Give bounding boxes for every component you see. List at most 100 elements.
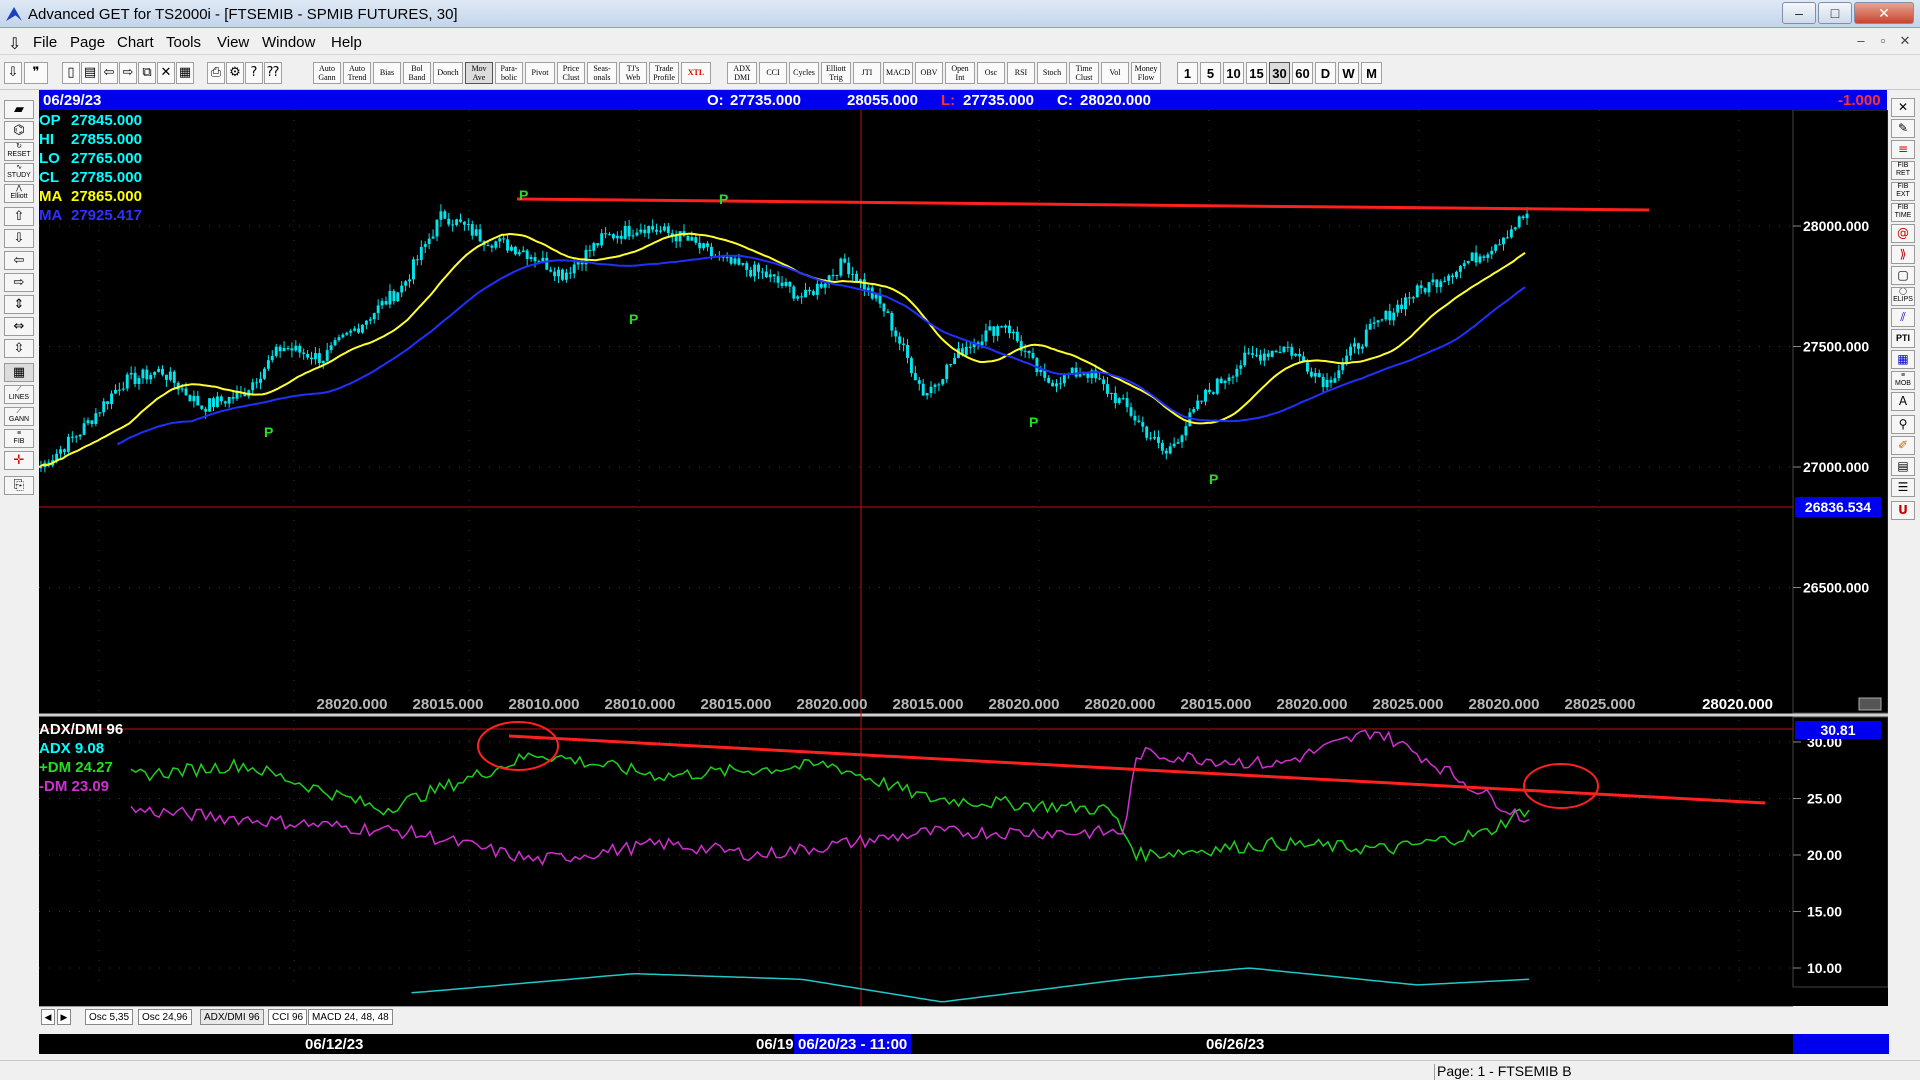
scroll-thumb-icon[interactable] [1858,697,1882,711]
menu-view[interactable]: View [217,34,249,51]
minimize-button[interactable]: – [1782,2,1816,24]
fib-ret-button[interactable]: FIB RET [1891,161,1915,180]
period-60-button[interactable]: 60 [1292,62,1313,84]
arrow-up-icon[interactable]: ⇧ [4,207,34,226]
arrow-right-icon[interactable]: ⇨ [4,273,34,292]
forward-icon[interactable]: ⇨ [119,62,137,84]
paint-icon[interactable]: ✐ [1891,436,1915,455]
tab-adx-dmi-96[interactable]: ADX/DMI 96 [200,1009,264,1025]
tab-osc-24-96[interactable]: Osc 24,96 [138,1009,192,1025]
delete-icon[interactable]: ✕ [157,62,175,84]
osc-jti-button[interactable]: JTI [853,62,881,84]
spiral-icon[interactable]: @ [1891,224,1915,243]
period-10-button[interactable]: 10 [1223,62,1244,84]
osc-time-clust-button[interactable]: Time Clust [1069,62,1099,84]
osc-elliott-trig-button[interactable]: Elliott Trig [821,62,851,84]
tab-prev-icon[interactable]: ◀ [41,1009,55,1025]
mdi-restore-button[interactable]: ▫ [1873,33,1893,51]
osc-cci-button[interactable]: CCI [759,62,787,84]
reset-button[interactable]: ↻ RESET [4,142,34,161]
arrow-down-icon[interactable]: ⇩ [4,229,34,248]
crosshair-icon[interactable]: ✛ [4,451,34,470]
period-15-button[interactable]: 15 [1246,62,1267,84]
study-trade-profile-button[interactable]: Trade Profile [649,62,679,84]
pencil-icon[interactable]: ✎ [1891,119,1915,138]
study-auto-gann-button[interactable]: Auto Gann [313,62,341,84]
price-pane[interactable] [39,110,1793,713]
mdi-minimize-button[interactable]: – [1851,33,1871,51]
study-mov-ave-button[interactable]: Mov Ave [465,62,493,84]
menu-help[interactable]: Help [331,34,362,51]
study-price-clust-button[interactable]: Price Clust [557,62,585,84]
period-monthly-button[interactable]: M [1361,62,1382,84]
list-icon[interactable]: ☰ [1891,478,1915,497]
ellipse-button[interactable]: ◯ ELIPS [1891,287,1915,306]
menu-tools[interactable]: Tools [166,34,201,51]
period-30-button[interactable]: 30 [1269,62,1290,84]
period-daily-button[interactable]: D [1315,62,1336,84]
help-query-icon[interactable]: ? [245,62,263,84]
period-1-button[interactable]: 1 [1177,62,1198,84]
study-seasonals-button[interactable]: Seas-onals [587,62,617,84]
study-tjs-web-button[interactable]: TJ's Web [619,62,647,84]
grid-blue-icon[interactable]: ▦ [1891,350,1915,369]
menu-page[interactable]: Page [70,34,105,51]
compress-vertical-icon[interactable]: ⇕ [4,295,34,314]
study-donch-button[interactable]: Donch [433,62,463,84]
open-icon[interactable]: ▤ [81,62,99,84]
mdi-close-button[interactable]: ✕ [1895,33,1915,51]
zoom-icon[interactable]: ⚲ [1891,415,1915,434]
doc-icon[interactable]: ⇩ [8,34,21,54]
tab-next-icon[interactable]: ▶ [57,1009,71,1025]
setup-icon[interactable]: ⚙ [226,62,244,84]
tab-macd[interactable]: MACD 24, 48, 48 [308,1009,393,1025]
fan-icon[interactable]: ⟫ [1891,245,1915,264]
box-icon[interactable]: ▢ [1891,266,1915,285]
fib-button[interactable]: ≡ FIB [4,429,34,448]
scale-icon[interactable]: ⇳ [4,339,34,358]
mob-button[interactable]: ≡ MOB [1891,371,1915,390]
channel-icon[interactable]: ⫽ [1891,308,1915,327]
magnet-icon[interactable]: U [1891,501,1915,520]
pti-button[interactable]: PTI [1891,329,1915,348]
lines-button[interactable]: ⟋ LINES [4,385,34,404]
compress-horizontal-icon[interactable]: ⇔ [4,317,34,336]
open-chart-icon[interactable]: ▰ [4,100,34,119]
osc-open-int-button[interactable]: Open Int [945,62,975,84]
menu-window[interactable]: Window [262,34,315,51]
study-bias-button[interactable]: Bias [373,62,401,84]
grid-tool-icon[interactable]: ▦ [4,363,34,382]
maximize-button[interactable]: □ [1818,2,1852,24]
study-xtl-button[interactable]: XTL [681,62,711,84]
text-tool-icon[interactable]: A [1891,392,1915,411]
grid-icon[interactable]: ▦ [176,62,194,84]
table-icon[interactable]: ▤ [1891,457,1915,476]
cross-cursor-icon[interactable]: ✕ [1891,98,1915,117]
trend-lines-icon[interactable]: ≡ [1891,140,1915,159]
tile-icon[interactable]: ⧉ [138,62,156,84]
study-parabolic-button[interactable]: Para-bolic [495,62,523,84]
export-icon[interactable]: ⎘ [4,476,34,495]
fib-ext-button[interactable]: FIB EXT [1891,182,1915,201]
chart-link-icon[interactable]: ⌬ [4,121,34,140]
arrow-left-icon[interactable]: ⇦ [4,251,34,270]
osc-vol-button[interactable]: Vol [1101,62,1129,84]
study-auto-trend-button[interactable]: Auto Trend [343,62,371,84]
tab-osc-5-35[interactable]: Osc 5,35 [85,1009,134,1025]
back-icon[interactable]: ⇦ [100,62,118,84]
osc-osc-button[interactable]: Osc [977,62,1005,84]
new-page-icon[interactable]: ▯ [62,62,80,84]
elliott-button[interactable]: ⋀ Elliott [4,184,34,203]
print-icon[interactable]: ⎙ [207,62,225,84]
menu-file[interactable]: File [33,34,57,51]
tab-cci-96[interactable]: CCI 96 [268,1009,308,1025]
cursor-icon[interactable]: ⇩ [4,62,22,84]
period-weekly-button[interactable]: W [1338,62,1359,84]
osc-adx-dmi-button[interactable]: ADX DMI [727,62,757,84]
period-5-button[interactable]: 5 [1200,62,1221,84]
osc-cycles-button[interactable]: Cycles [789,62,819,84]
study-bol-band-button[interactable]: Bol Band [403,62,431,84]
osc-money-flow-button[interactable]: Money Flow [1131,62,1161,84]
study-pivot-button[interactable]: Pivot [525,62,555,84]
chart-area[interactable]: P P P P P P OP 27845.000 HI 27855.000 LO 27765.000… [39,110,1888,1006]
